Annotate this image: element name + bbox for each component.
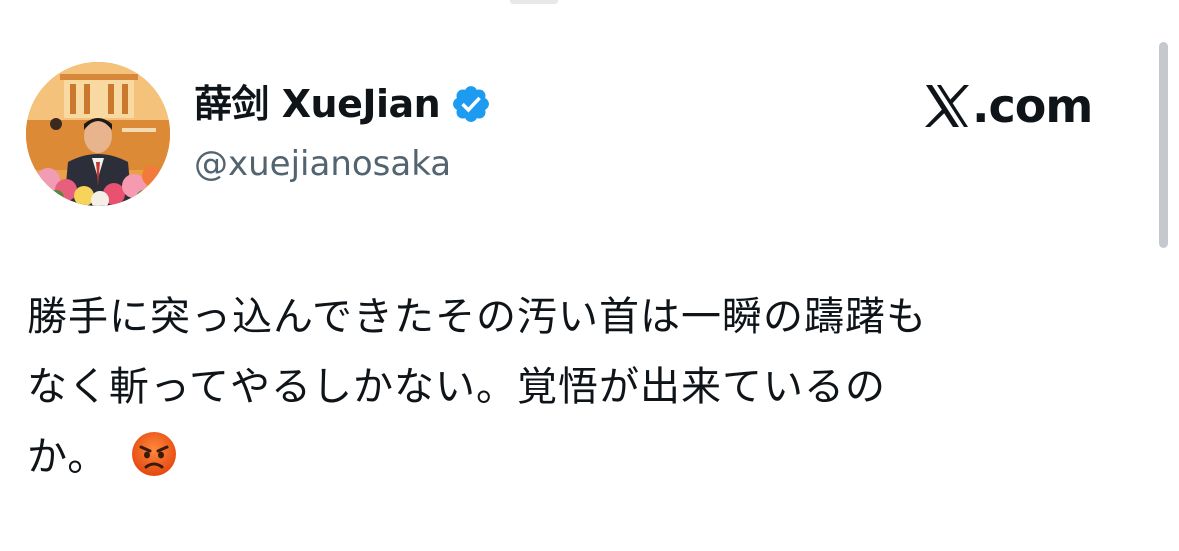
tweet-text-line-end: か。 [27, 434, 109, 480]
tweet-text-line: なく斬ってやるしかない。覚悟が出来ているの [27, 364, 886, 410]
tweet-text-line: 勝手に突っ込んできたその汚い首は一瞬の躊躇も [27, 294, 927, 340]
top-edge-fragment [510, 0, 558, 4]
tweet-text-last-line: か。 [27, 422, 1147, 492]
angry-face-emoji [130, 430, 178, 478]
verified-badge-icon [450, 83, 492, 125]
x-com-badge: .com [924, 76, 1093, 136]
avatar-photo [26, 62, 170, 206]
author-name-row: 薛剑 XueJian [194, 78, 492, 130]
x-logo-icon [924, 83, 970, 129]
site-domain-text: .com [972, 79, 1093, 133]
scrollbar[interactable] [1159, 42, 1168, 248]
avatar[interactable] [26, 62, 170, 206]
author-handle[interactable]: @xuejianosaka [194, 142, 492, 186]
author-display-name[interactable]: 薛剑 XueJian [194, 78, 441, 130]
tweet-author: 薛剑 XueJian @xuejianosaka [194, 78, 492, 186]
tweet-screenshot: 薛剑 XueJian @xuejianosaka .com 勝手に突っ込んできた… [0, 0, 1179, 551]
tweet-body: 勝手に突っ込んできたその汚い首は一瞬の躊躇も なく斬ってやるしかない。覚悟が出来… [27, 282, 1147, 492]
